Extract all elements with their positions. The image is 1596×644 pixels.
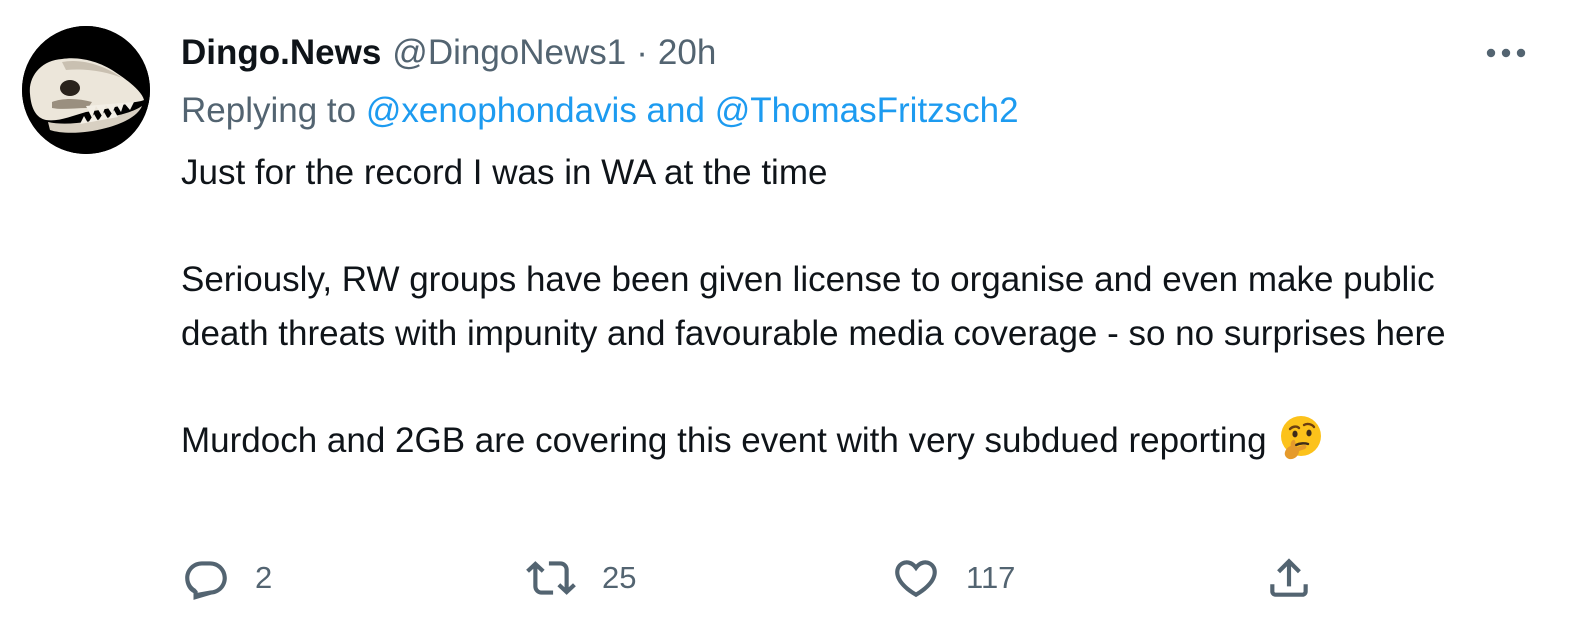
header-separator: · (636, 33, 648, 72)
reply-button[interactable]: 2 (181, 552, 272, 604)
share-button[interactable] (1264, 552, 1314, 604)
replying-to: Replying to @xenophondavis and @ThomasFr… (181, 88, 1019, 134)
tweet-text-span: Murdoch and 2GB are covering this event … (181, 420, 1267, 460)
like-button[interactable]: 117 (890, 552, 1015, 604)
mention-link[interactable]: @xenophondavis (366, 91, 637, 130)
tweet-text-line: Just for the record I was in WA at the t… (181, 153, 828, 192)
more-icon (1486, 48, 1526, 58)
thinking-face-emoji-icon (1280, 415, 1321, 459)
tweet-text-paragraph: Seriously, RW groups have been given lic… (181, 260, 1446, 353)
tweet-timestamp[interactable]: 20h (658, 33, 716, 73)
replying-to-label: Replying to (181, 91, 366, 130)
heart-icon (895, 560, 937, 598)
tweet-actions: 2 25 117 (0, 552, 1596, 604)
like-count: 117 (966, 560, 1016, 595)
dingo-skull-icon (22, 26, 150, 154)
tweet-text: Just for the record I was in WA at the t… (181, 146, 1511, 467)
retweet-count: 25 (602, 560, 637, 595)
share-icon (1270, 558, 1308, 597)
author-handle[interactable]: @DingoNews1 (392, 33, 626, 73)
author-display-name[interactable]: Dingo.News (181, 33, 381, 73)
more-options-button[interactable] (1484, 38, 1528, 68)
reply-count: 2 (255, 560, 273, 595)
mention-link[interactable]: @ThomasFritzsch2 (715, 91, 1019, 130)
reply-icon (185, 561, 227, 600)
retweet-icon (526, 561, 576, 595)
tweet-text-paragraph: Murdoch and 2GB are covering this event … (181, 414, 1511, 468)
tweet-header: Dingo.News @DingoNews1 · 20h (181, 30, 716, 76)
retweet-button[interactable]: 25 (524, 552, 636, 604)
avatar[interactable] (22, 26, 150, 154)
replying-to-conjunction: and (636, 91, 715, 130)
